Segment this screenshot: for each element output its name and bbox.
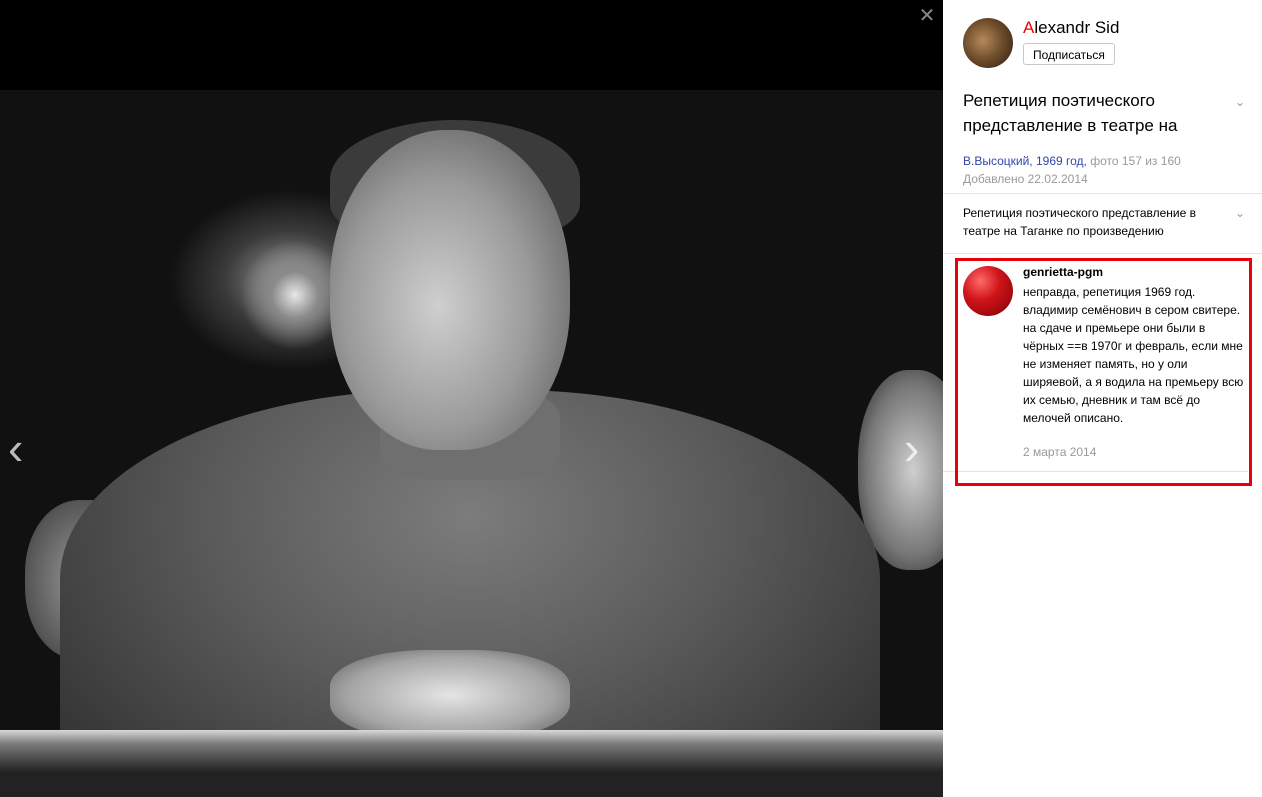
railing bbox=[0, 730, 943, 797]
photo-description: Репетиция поэтического представление в т… bbox=[963, 206, 1196, 238]
photo-meta: В.Высоцкий, 1969 год, фото 157 из 160 До… bbox=[963, 152, 1181, 188]
photo-viewer: ✕ ‹ › bbox=[0, 0, 943, 797]
divider bbox=[943, 193, 1262, 194]
chevron-down-icon[interactable]: ⌄ bbox=[1235, 206, 1245, 220]
album-link[interactable]: В.Высоцкий, 1969 год, bbox=[963, 154, 1087, 168]
chevron-right-icon[interactable]: › bbox=[904, 425, 934, 475]
author-name[interactable]: Alexandr Sid bbox=[1023, 18, 1119, 38]
comment-highlight bbox=[955, 258, 1252, 486]
hands bbox=[330, 650, 570, 740]
author-name-rest: lexandr Sid bbox=[1034, 18, 1120, 37]
avatar[interactable] bbox=[963, 18, 1013, 68]
subscribe-button[interactable]: Подписаться bbox=[1023, 43, 1115, 65]
author-name-initial: A bbox=[1023, 18, 1035, 37]
close-icon[interactable]: ✕ bbox=[917, 6, 937, 26]
photo-title: Репетиция поэтического представление в т… bbox=[963, 91, 1178, 135]
chevron-down-icon[interactable]: ⌄ bbox=[1235, 95, 1245, 109]
added-date: Добавлено 22.02.2014 bbox=[963, 172, 1088, 186]
divider bbox=[943, 253, 1262, 254]
photo-counter: фото 157 из 160 bbox=[1090, 154, 1181, 168]
chevron-left-icon[interactable]: ‹ bbox=[8, 425, 38, 475]
main-photo[interactable] bbox=[0, 90, 943, 797]
face bbox=[330, 130, 570, 450]
